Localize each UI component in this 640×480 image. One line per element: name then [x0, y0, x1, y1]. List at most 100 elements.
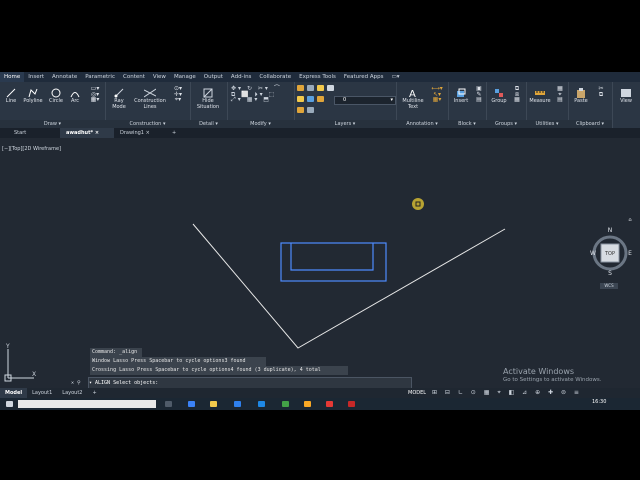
- group-tool[interactable]: Group: [488, 88, 510, 105]
- panel-annotation-title: Annotation ▾: [396, 120, 448, 128]
- insert-block-icon: [457, 88, 466, 97]
- panel-view: View: [612, 82, 640, 128]
- panel-groups-title: Groups ▾: [486, 120, 526, 128]
- layer-walk-icon[interactable]: [307, 107, 314, 113]
- arc-icon: [70, 92, 80, 98]
- block-small-tools[interactable]: ▣ ✎ ▤: [474, 86, 484, 103]
- layer-iso-icon[interactable]: [297, 107, 304, 113]
- tab-manage[interactable]: Manage: [170, 72, 200, 82]
- autocad-taskbar-icon[interactable]: [348, 401, 355, 407]
- arc-tool[interactable]: Arc: [68, 88, 82, 105]
- viewcube-north-label[interactable]: N: [608, 227, 613, 234]
- doc-tab-awadhut[interactable]: awadhut* ×: [60, 128, 114, 138]
- panel-utilities-title: Utilities ▾: [526, 120, 568, 128]
- windows-start-icon[interactable]: [6, 401, 13, 407]
- draw-small-tools[interactable]: ▭▾ ◎▾ ▦▾: [88, 86, 102, 103]
- ray-mode-tool[interactable]: Ray Mode: [107, 88, 131, 110]
- app-icon[interactable]: [304, 401, 311, 407]
- ucs-x-label: X: [32, 371, 36, 378]
- wcs-menu[interactable]: WCS: [600, 283, 618, 289]
- clipboard-small-tools[interactable]: ✂ ⧉: [594, 86, 608, 98]
- file-explorer-icon[interactable]: [210, 401, 217, 407]
- tab-layout2[interactable]: Layout2: [57, 388, 87, 398]
- layer-dropdown[interactable]: 0 ▾: [334, 96, 396, 105]
- annotation-small-tools[interactable]: ⟷▾ ↖▾ ▦▾: [430, 86, 444, 103]
- chrome-icon[interactable]: [326, 401, 333, 407]
- tab-home[interactable]: Home: [0, 72, 25, 82]
- viewcube-west-label[interactable]: W: [590, 250, 596, 257]
- tab-collaborate[interactable]: Collaborate: [255, 72, 295, 82]
- viewcube-south-label[interactable]: S: [608, 270, 612, 277]
- line-tool[interactable]: Line: [3, 88, 19, 105]
- taskbar-search-box[interactable]: [18, 400, 156, 408]
- measure-label: Measure: [529, 98, 551, 104]
- close-icon[interactable]: ×: [95, 130, 99, 136]
- hide-situation-tool[interactable]: Hide Situation: [193, 88, 223, 110]
- circle-tool[interactable]: Circle: [47, 88, 65, 105]
- tab-output[interactable]: Output: [200, 72, 227, 82]
- layer-freeze-icon[interactable]: [307, 96, 314, 102]
- tab-view[interactable]: View: [149, 72, 170, 82]
- command-line-close-icon[interactable]: ✕ ⚲: [71, 378, 81, 388]
- paste-tool[interactable]: Paste: [570, 88, 592, 105]
- close-icon[interactable]: ×: [146, 130, 150, 136]
- utilities-small-tools[interactable]: ▦ ⌖ ▤: [554, 86, 566, 103]
- panel-draw: Line Polyline Circle Arc ▭▾ ◎▾ ▦▾ Draw ▾: [0, 82, 106, 128]
- tab-featured-apps[interactable]: Featured Apps: [340, 72, 388, 82]
- panel-layers-title: Layers ▾: [294, 120, 396, 128]
- panel-clipboard: Paste ✂ ⧉ Clipboard ▾: [568, 82, 613, 128]
- tab-addins[interactable]: Add-ins: [227, 72, 256, 82]
- sun-icon[interactable]: [297, 96, 304, 102]
- tab-model[interactable]: Model: [0, 388, 28, 398]
- panel-modify: ✥▾ ↻ ✂▾ ⌒ ⧉ ⬜ ⏵▾ ⬚ ⤢▾ ▦▾ ⬒ Modify ▾: [227, 82, 295, 128]
- layer-state-icon[interactable]: [307, 85, 314, 91]
- tab-express-tools[interactable]: Express Tools: [295, 72, 340, 82]
- new-tab-plus-icon[interactable]: +: [166, 128, 182, 138]
- tab-content[interactable]: Content: [119, 72, 149, 82]
- layer-match-icon[interactable]: [317, 96, 324, 102]
- lock-icon[interactable]: [327, 85, 334, 91]
- viewcube-home-icon[interactable]: ⌂: [628, 217, 631, 223]
- modify-tools[interactable]: ✥▾ ↻ ✂▾ ⌒ ⧉ ⬜ ⏵▾ ⬚ ⤢▾ ▦▾ ⬒: [231, 86, 291, 103]
- text-icon: A: [409, 89, 416, 98]
- tab-parametric[interactable]: Parametric: [81, 72, 119, 82]
- add-layout-plus-icon[interactable]: +: [87, 388, 101, 398]
- viewcube-top-label[interactable]: TOP: [604, 251, 615, 257]
- app-icon[interactable]: [282, 401, 289, 407]
- doc-tab-drawing1[interactable]: Drawing1 ×: [114, 128, 166, 138]
- construction-small-tools[interactable]: ⊙▾ ✛▾ ⌖▾: [171, 86, 185, 103]
- inner-channel-shape-selected[interactable]: [290, 243, 374, 271]
- multiline-text-label: Multiline Text: [402, 98, 424, 110]
- measure-tool[interactable]: Measure: [528, 88, 552, 105]
- tab-annotate[interactable]: Annotate: [48, 72, 81, 82]
- lightbulb-icon[interactable]: [317, 85, 324, 91]
- arc-label: Arc: [70, 98, 80, 104]
- outer-rectangle-selected[interactable]: [280, 242, 387, 282]
- multiline-text-tool[interactable]: A Multiline Text: [398, 88, 428, 110]
- layer-properties-icon[interactable]: [297, 85, 304, 91]
- insert-tool[interactable]: Insert: [450, 88, 472, 105]
- polyline-tool[interactable]: Polyline: [22, 88, 44, 105]
- status-toggle-icons[interactable]: ⊞ ⊟ ∟ ⊙ ▦ ⌖ ◧ ⊿ ⊕ ✚ ⊜ ≡: [432, 388, 582, 398]
- circle-label: Circle: [48, 98, 64, 104]
- edge-icon[interactable]: [188, 401, 195, 407]
- construction-lines-tool[interactable]: Construction Lines: [133, 88, 167, 110]
- viewcube[interactable]: TOP N S E W ⌂: [590, 217, 635, 277]
- tab-layout1[interactable]: Layout1: [27, 388, 57, 398]
- line-icon: [6, 88, 16, 98]
- viewcube-east-label[interactable]: E: [628, 250, 632, 257]
- svg-text:A: A: [409, 89, 416, 98]
- watermark-title: Activate Windows: [503, 367, 575, 376]
- store-icon[interactable]: [234, 401, 241, 407]
- task-view-icon[interactable]: [165, 401, 172, 407]
- ribbon-options-icon[interactable]: ▭▾: [388, 72, 404, 82]
- taskbar-clock[interactable]: 16:30: [592, 399, 606, 405]
- view-tool[interactable]: View: [614, 88, 638, 105]
- groups-small-tools[interactable]: ⧉ ⧈ ▦: [512, 86, 522, 103]
- cursor-marker-icon: [412, 198, 424, 210]
- mail-icon[interactable]: [258, 401, 265, 407]
- model-space-button[interactable]: MODEL: [408, 388, 426, 398]
- doc-tab-start[interactable]: Start: [0, 128, 60, 138]
- tab-insert[interactable]: Insert: [24, 72, 48, 82]
- view-icon: [621, 89, 631, 97]
